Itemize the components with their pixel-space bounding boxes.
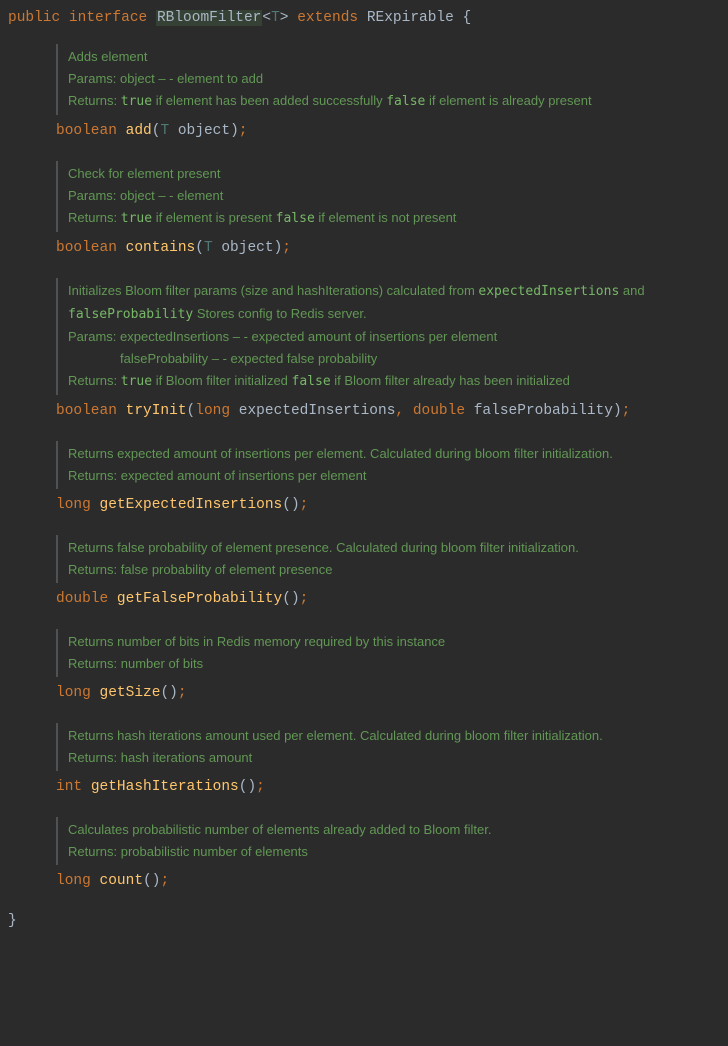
javadoc-getsize: Returns number of bits in Redis memory r… xyxy=(56,629,720,677)
method-name: getHashIterations xyxy=(91,779,239,795)
method-name: getExpectedInsertions xyxy=(100,497,283,513)
doc-returns-label: Returns: xyxy=(68,656,117,671)
doc-params-label: Params: xyxy=(68,188,116,203)
doc-summary: Returns expected amount of insertions pe… xyxy=(68,446,613,461)
return-type: boolean xyxy=(56,403,117,419)
doc-returns-label: Returns: xyxy=(68,93,117,108)
doc-code-expected: expectedInsertions xyxy=(478,284,619,299)
doc-code-true: true xyxy=(121,374,152,389)
method-getexpected-signature: long getExpectedInsertions(); xyxy=(56,495,720,517)
keyword-extends: extends xyxy=(297,10,358,26)
doc-summary: Calculates probabilistic number of eleme… xyxy=(68,822,491,837)
doc-returns-label: Returns: xyxy=(68,750,117,765)
super-type: RExpirable xyxy=(367,10,454,26)
doc-returns-text: false probability of element presence xyxy=(117,562,332,577)
method-gethash-signature: int getHashIterations(); xyxy=(56,777,720,799)
doc-returns-label: Returns: xyxy=(68,844,117,859)
generic-close: > xyxy=(280,10,289,26)
brace-close: } xyxy=(8,911,720,933)
javadoc-count: Calculates probabilistic number of eleme… xyxy=(56,817,720,865)
doc-summary: Check for element present xyxy=(68,166,220,181)
method-name: count xyxy=(100,873,144,889)
doc-code-falseprob: falseProbability xyxy=(68,307,193,322)
doc-summary: Returns number of bits in Redis memory r… xyxy=(68,634,445,649)
doc-code-false: false xyxy=(292,374,331,389)
doc-summary-pre: Initializes Bloom filter params (size an… xyxy=(68,283,478,298)
doc-code-true: true xyxy=(121,211,152,226)
return-type: boolean xyxy=(56,123,117,139)
doc-summary: Returns hash iterations amount used per … xyxy=(68,728,603,743)
method-name: tryInit xyxy=(126,403,187,419)
method-add-signature: boolean add(T object); xyxy=(56,121,720,143)
method-name: contains xyxy=(126,240,196,256)
doc-returns-label: Returns: xyxy=(68,562,117,577)
method-tryinit-signature: boolean tryInit(long expectedInsertions,… xyxy=(56,401,720,423)
return-type: long xyxy=(56,497,91,513)
return-type: int xyxy=(56,779,82,795)
doc-returns-text: hash iterations amount xyxy=(117,750,252,765)
javadoc-contains: Check for element present Params: object… xyxy=(56,161,720,232)
doc-code-false: false xyxy=(276,211,315,226)
method-count-signature: long count(); xyxy=(56,871,720,893)
return-type: long xyxy=(56,685,91,701)
javadoc-tryinit: Initializes Bloom filter params (size an… xyxy=(56,278,720,395)
doc-returns-label: Returns: xyxy=(68,468,117,483)
brace-open: { xyxy=(454,10,471,26)
doc-returns-text: expected amount of insertions per elemen… xyxy=(117,468,366,483)
code-editor[interactable]: public interface RBloomFilter<T> extends… xyxy=(8,8,720,932)
doc-params-text1: expectedInsertions – - expected amount o… xyxy=(116,329,497,344)
doc-code-true: true xyxy=(121,94,152,109)
interface-name: RBloomFilter xyxy=(156,10,262,26)
keyword-interface: interface xyxy=(69,10,147,26)
keyword-public: public xyxy=(8,10,60,26)
doc-summary: Returns false probability of element pre… xyxy=(68,540,579,555)
return-type: boolean xyxy=(56,240,117,256)
return-type: long xyxy=(56,873,91,889)
interface-declaration: public interface RBloomFilter<T> extends… xyxy=(8,8,720,30)
method-getsize-signature: long getSize(); xyxy=(56,683,720,705)
doc-params-text: object – - element to add xyxy=(116,71,263,86)
method-name: getFalseProbability xyxy=(117,591,282,607)
doc-returns-text: number of bits xyxy=(117,656,203,671)
method-name: getSize xyxy=(100,685,161,701)
method-contains-signature: boolean contains(T object); xyxy=(56,238,720,260)
doc-params-label: Params: xyxy=(68,71,116,86)
doc-returns-label: Returns: xyxy=(68,210,117,225)
javadoc-getfalseprob: Returns false probability of element pre… xyxy=(56,535,720,583)
return-type: double xyxy=(56,591,108,607)
doc-code-false: false xyxy=(386,94,425,109)
doc-summary: Adds element xyxy=(68,49,148,64)
doc-returns-text: probabilistic number of elements xyxy=(117,844,308,859)
generic-param: T xyxy=(271,10,280,26)
javadoc-gethash: Returns hash iterations amount used per … xyxy=(56,723,720,771)
doc-params-text2: falseProbability – - expected false prob… xyxy=(120,351,377,366)
javadoc-add: Adds element Params: object – - element … xyxy=(56,44,720,115)
generic-open: < xyxy=(262,10,271,26)
doc-params-label: Params: xyxy=(68,329,116,344)
doc-returns-label: Returns: xyxy=(68,373,117,388)
doc-params-text: object – - element xyxy=(116,188,223,203)
method-name: add xyxy=(126,123,152,139)
method-getfalseprob-signature: double getFalseProbability(); xyxy=(56,589,720,611)
javadoc-getexpected: Returns expected amount of insertions pe… xyxy=(56,441,720,489)
